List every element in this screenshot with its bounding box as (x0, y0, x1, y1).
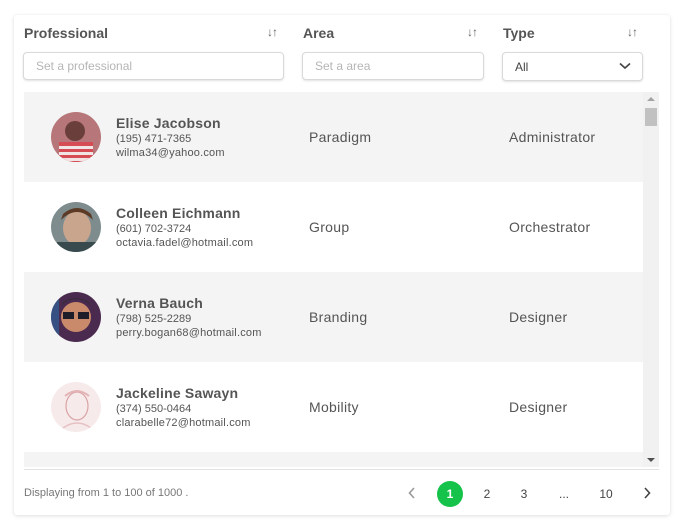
page-button-3[interactable]: 3 (512, 482, 536, 506)
professional-area: Mobility (309, 399, 359, 415)
list-scrollbar[interactable] (643, 92, 659, 467)
professional-type: Designer (509, 309, 568, 325)
column-header-area: Area (303, 25, 335, 41)
professional-email: clarabelle72@hotmail.com (116, 417, 251, 429)
area-filter-input[interactable] (302, 52, 484, 80)
page-button-2[interactable]: 2 (475, 482, 499, 506)
chevron-down-icon (619, 62, 631, 70)
professional-type: Designer (509, 399, 568, 415)
type-filter-select[interactable]: All (502, 52, 643, 81)
table-row[interactable]: Colleen Eichmann (601) 702-3724 octavia.… (24, 182, 643, 272)
scroll-down-icon[interactable] (647, 458, 655, 462)
professional-phone: (601) 702-3724 (116, 223, 192, 235)
chevron-left-icon[interactable] (407, 486, 417, 500)
professional-phone: (374) 550-0464 (116, 403, 192, 415)
professional-email: perry.bogan68@hotmail.com (116, 327, 262, 339)
avatar (51, 202, 101, 252)
column-header-type: Type (503, 25, 535, 41)
page-ellipsis: ... (558, 487, 569, 501)
professional-name: Jackeline Sawayn (116, 385, 239, 401)
page-button-10[interactable]: 10 (594, 482, 618, 506)
professional-type: Orchestrator (509, 219, 591, 235)
professional-filter-input[interactable] (23, 52, 284, 80)
professional-area: Branding (309, 309, 368, 325)
professional-email: wilma34@yahoo.com (116, 147, 225, 159)
professional-list: Elise Jacobson (195) 471-7365 wilma34@ya… (24, 92, 643, 467)
footer-divider (24, 469, 659, 470)
page-button-1[interactable]: 1 (437, 481, 463, 507)
professional-area: Paradigm (309, 129, 372, 145)
table-row[interactable]: Jackeline Sawayn (374) 550-0464 clarabel… (24, 362, 643, 452)
scroll-up-icon[interactable] (647, 97, 655, 101)
avatar (51, 382, 101, 432)
professional-type: Administrator (509, 129, 596, 145)
table-row[interactable]: Elise Jacobson (195) 471-7365 wilma34@ya… (24, 92, 643, 182)
sort-icon[interactable]: ↓↑ (267, 25, 278, 39)
professional-phone: (195) 471-7365 (116, 133, 192, 145)
sort-icon[interactable]: ↓↑ (627, 25, 638, 39)
professional-name: Colleen Eichmann (116, 205, 241, 221)
chevron-right-icon[interactable] (642, 486, 652, 500)
professional-phone: (798) 525-2289 (116, 313, 192, 325)
scrollbar-thumb[interactable] (645, 108, 657, 126)
professional-email: octavia.fadel@hotmail.com (116, 237, 254, 249)
type-filter-value: All (515, 60, 529, 74)
professional-name: Verna Bauch (116, 295, 204, 311)
avatar (51, 292, 101, 342)
avatar (51, 112, 101, 162)
table-row[interactable] (24, 452, 643, 467)
sort-icon[interactable]: ↓↑ (467, 25, 478, 39)
professionals-table-card: Professional ↓↑ Area ↓↑ Type ↓↑ All (14, 15, 670, 515)
professional-name: Elise Jacobson (116, 115, 221, 131)
pagination-summary: Displaying from 1 to 100 of 1000 . (24, 487, 189, 499)
table-row[interactable]: Verna Bauch (798) 525-2289 perry.bogan68… (24, 272, 643, 362)
column-header-professional: Professional (24, 25, 109, 41)
professional-area: Group (309, 219, 350, 235)
